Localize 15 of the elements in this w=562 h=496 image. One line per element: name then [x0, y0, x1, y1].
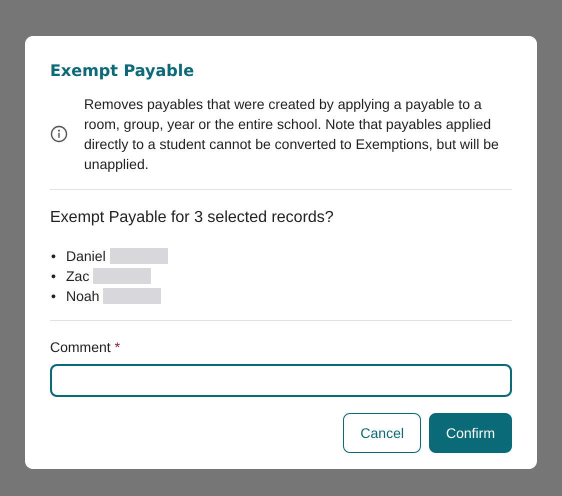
info-icon	[50, 125, 68, 144]
confirm-button[interactable]: Confirm	[428, 413, 512, 454]
confirm-question: Exempt Payable for 3 selected records?	[50, 208, 335, 228]
record-name: Daniel	[66, 247, 106, 266]
comment-field[interactable]	[50, 364, 512, 398]
field-label: Comment	[50, 339, 111, 356]
dialog-title: Exempt Payable	[50, 61, 196, 80]
bullet-mark: •	[51, 247, 57, 266]
bullet-mark: •	[51, 287, 57, 306]
bullet-mark: •	[51, 267, 57, 286]
info-text: Removes payables that were created by applying a payable to a room, group, year or the entire school. Note that payables applied directly to a student cannot be converted to Exemptions, but will be unapplied.	[84, 95, 500, 174]
cancel-button[interactable]: Cancel	[343, 413, 421, 454]
required-mark: *	[114, 339, 120, 356]
record-name: Zac	[66, 267, 90, 286]
record-name: Noah	[66, 287, 100, 306]
